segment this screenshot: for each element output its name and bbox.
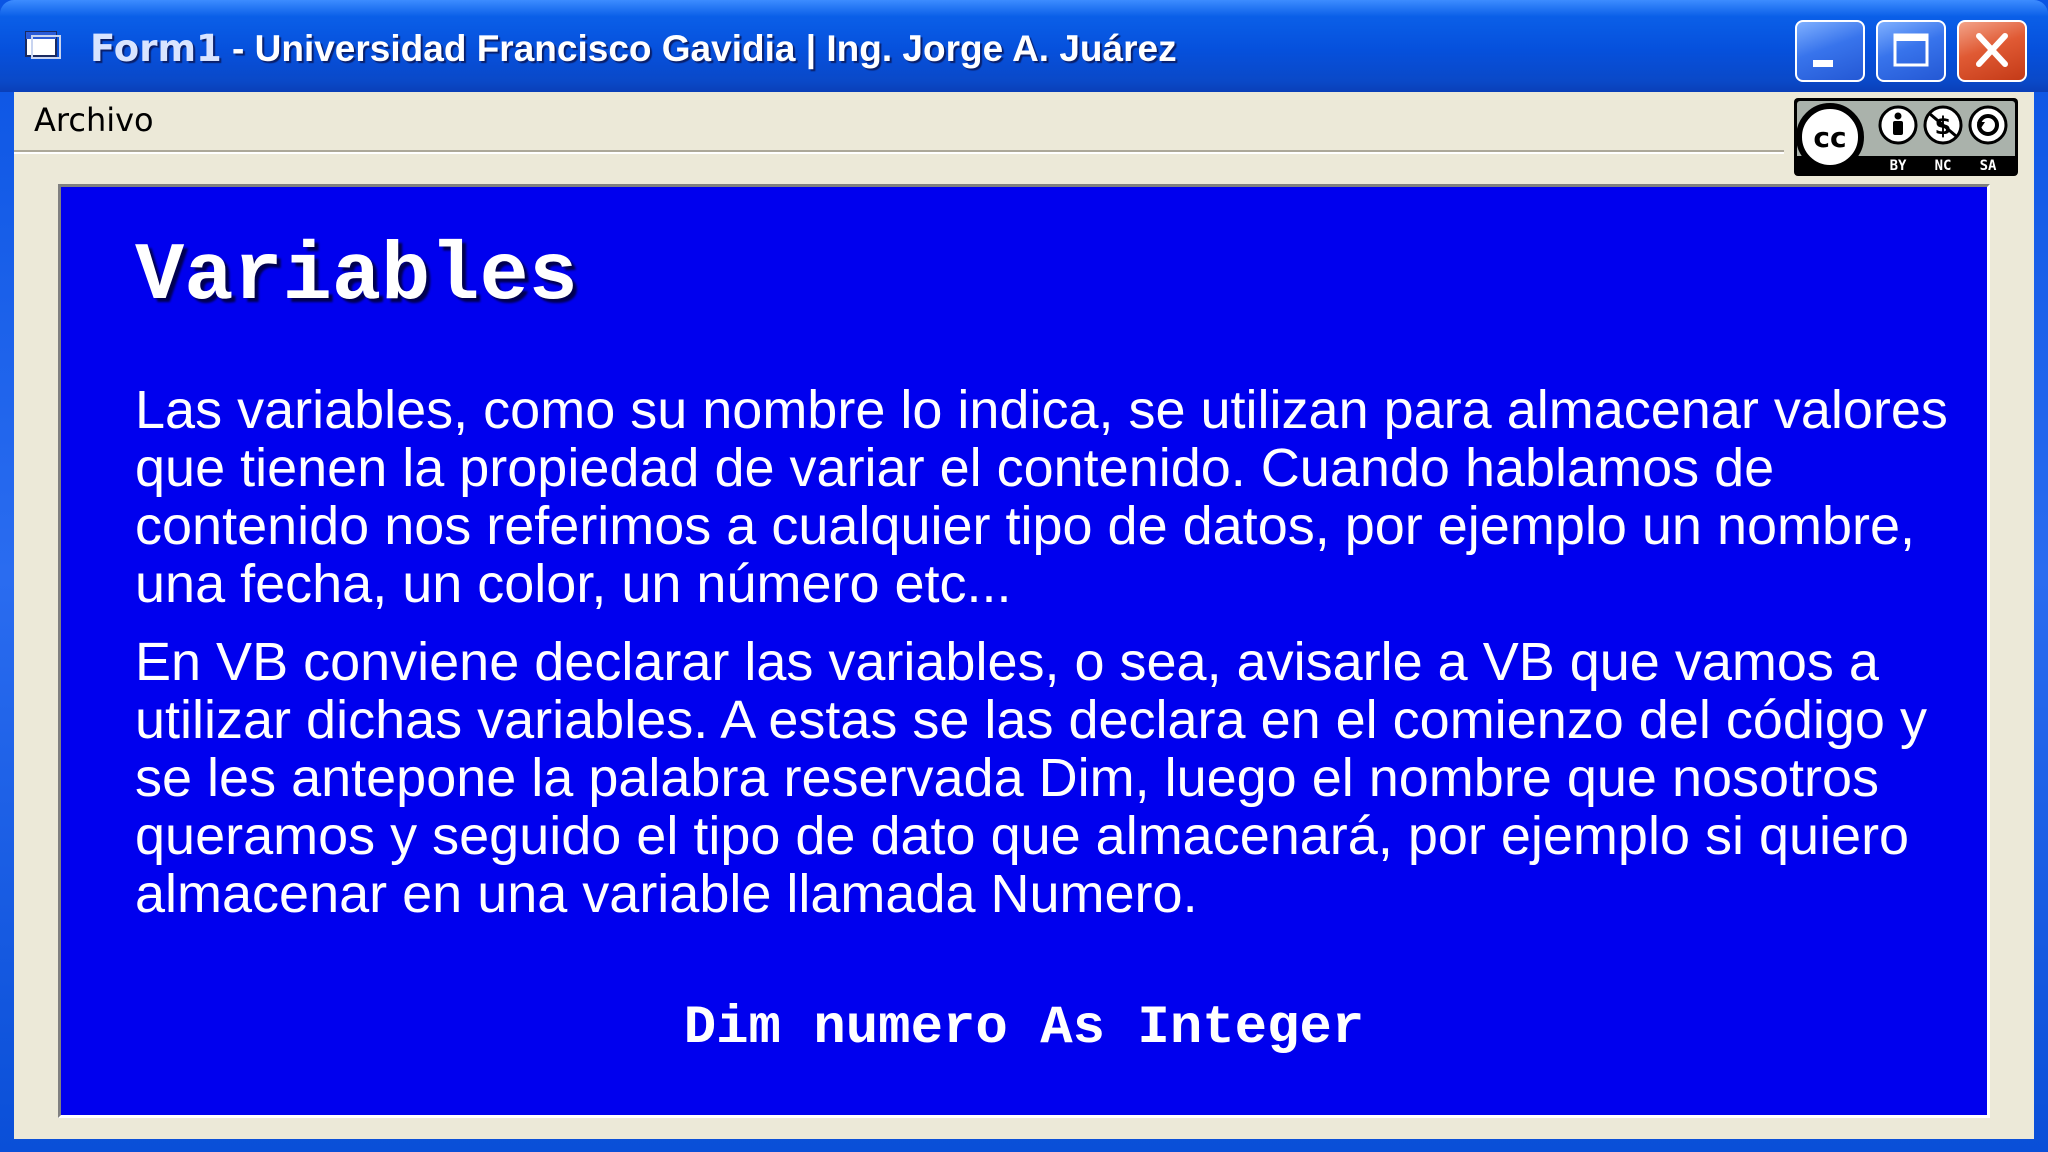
page-title: Variables	[135, 230, 578, 323]
license-term-nc: NC	[1935, 158, 1952, 174]
content-panel: Variables Las variables, como su nombre …	[58, 184, 1990, 1118]
minimize-icon	[1813, 60, 1833, 67]
form-client-area: Archivo cc $ BY	[14, 92, 2034, 1139]
window-title-rest: - Universidad Francisco Gavidia | Ing. J…	[221, 28, 1177, 69]
title-bar[interactable]: Form1 - Universidad Francisco Gavidia | …	[0, 0, 2048, 92]
menu-bar: Archivo	[14, 92, 2034, 148]
attribution-icon	[1878, 105, 1918, 145]
form-icon[interactable]	[24, 28, 62, 62]
license-term-by: BY	[1890, 158, 1907, 174]
close-button[interactable]	[1957, 20, 2027, 82]
sharealike-icon	[1968, 105, 2008, 145]
maximize-icon	[1893, 33, 1929, 67]
paragraph-intro: Las variables, como su nombre lo indica,…	[135, 380, 1948, 614]
minimize-button[interactable]	[1795, 20, 1865, 82]
code-example: Dim numero As Integer	[683, 998, 1365, 1059]
license-term-sa: SA	[1980, 158, 1997, 174]
menu-separator	[14, 150, 1784, 154]
cc-logo-text: cc	[1813, 121, 1846, 154]
window-title: Form1 - Universidad Francisco Gavidia | …	[90, 24, 1177, 74]
paragraph-declaration: En VB conviene declarar las variables, o…	[135, 632, 1927, 924]
app-window: Form1 - Universidad Francisco Gavidia | …	[0, 0, 2048, 1152]
noncommercial-icon: $	[1923, 105, 1963, 145]
creative-commons-badge: cc $ BY NC SA	[1794, 98, 2018, 176]
close-icon	[1976, 33, 2008, 67]
maximize-button[interactable]	[1876, 20, 1946, 82]
form-name: Form1	[90, 27, 222, 70]
menu-archivo[interactable]: Archivo	[32, 98, 156, 142]
